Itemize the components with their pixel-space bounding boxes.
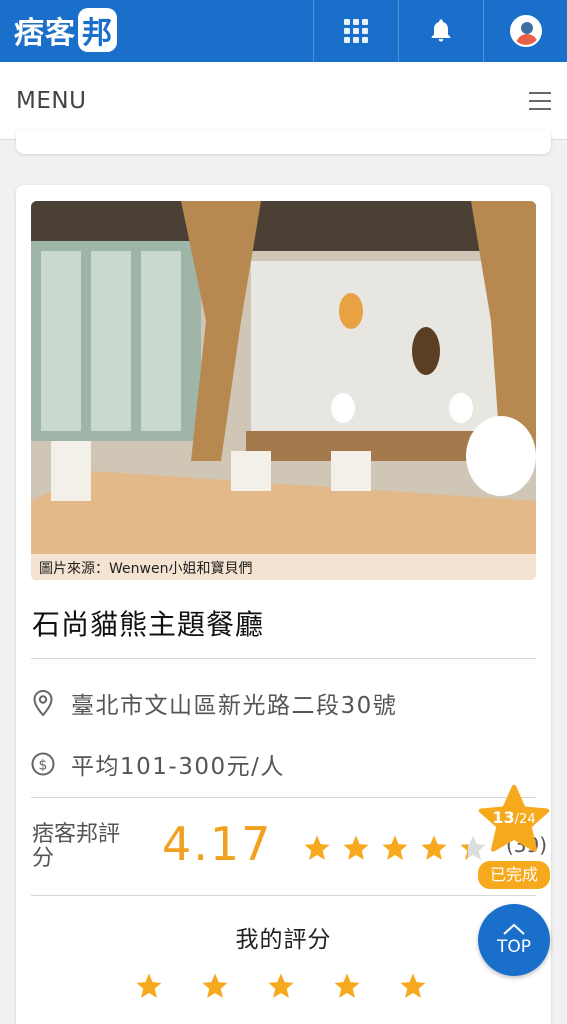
- rate-star-3-icon[interactable]: [266, 971, 296, 1001]
- hamburger-menu-icon[interactable]: [529, 92, 551, 110]
- address-row[interactable]: 臺北市文山區新光路二段30號: [31, 683, 397, 723]
- divider: [31, 797, 536, 798]
- chevron-up-icon: [503, 923, 525, 935]
- divider: [31, 895, 536, 896]
- rate-star-4-icon[interactable]: [332, 971, 362, 1001]
- restaurant-title: 石尚貓熊主題餐廳: [32, 608, 265, 641]
- notifications-button[interactable]: [398, 0, 483, 62]
- site-logo[interactable]: 痞客邦: [14, 8, 117, 52]
- back-to-top-button[interactable]: TOP: [478, 904, 550, 976]
- svg-text:$: $: [39, 758, 48, 774]
- divider: [31, 658, 536, 659]
- progress-total: /24: [514, 812, 536, 827]
- restaurant-card: 圖片來源：Wenwen小姐和寶貝們 石尚貓熊主題餐廳 臺北市文山區新光路二段30…: [16, 185, 551, 1024]
- image-caption: 圖片來源：Wenwen小姐和寶貝們: [31, 554, 536, 580]
- average-rating-stars: [302, 833, 497, 863]
- menu-bar: MENU: [0, 62, 567, 140]
- price-row: $ 平均101-300元/人: [31, 744, 285, 784]
- apps-grid-icon: [344, 19, 368, 43]
- my-rating-stars[interactable]: [134, 971, 437, 1001]
- restaurant-photo[interactable]: 圖片來源：Wenwen小姐和寶貝們: [31, 201, 536, 580]
- avatar: [510, 15, 542, 47]
- top-bar: 痞客邦: [0, 0, 567, 62]
- dollar-circle-icon: $: [31, 752, 55, 776]
- score-label: 痞客邦評分: [32, 822, 121, 871]
- apps-button[interactable]: [313, 0, 398, 62]
- rate-star-1-icon[interactable]: [134, 971, 164, 1001]
- previous-card: [16, 130, 551, 154]
- logo-text: 痞客: [14, 16, 76, 51]
- restaurant-photo-illustration: [31, 201, 536, 580]
- completed-badge[interactable]: 已完成: [478, 861, 550, 889]
- profile-button[interactable]: [483, 0, 567, 62]
- star-icon: [421, 835, 447, 860]
- price-text: 平均101-300元/人: [71, 754, 285, 780]
- rate-star-5-icon[interactable]: [398, 971, 428, 1001]
- progress-current: 13: [492, 808, 515, 827]
- top-label: TOP: [496, 937, 532, 957]
- location-pin-icon: [33, 689, 53, 717]
- menu-label[interactable]: MENU: [16, 88, 86, 114]
- rate-star-2-icon[interactable]: [200, 971, 230, 1001]
- my-rating-label: 我的評分: [235, 927, 332, 953]
- star-icon: [343, 835, 369, 860]
- address-text: 臺北市文山區新光路二段30號: [71, 693, 398, 719]
- logo-badge: 邦: [78, 8, 117, 52]
- bell-icon: [431, 19, 451, 42]
- score-value: 4.17: [162, 817, 273, 871]
- star-icon: [304, 835, 330, 860]
- progress-count: 13/24: [478, 808, 550, 827]
- star-icon: [382, 835, 408, 860]
